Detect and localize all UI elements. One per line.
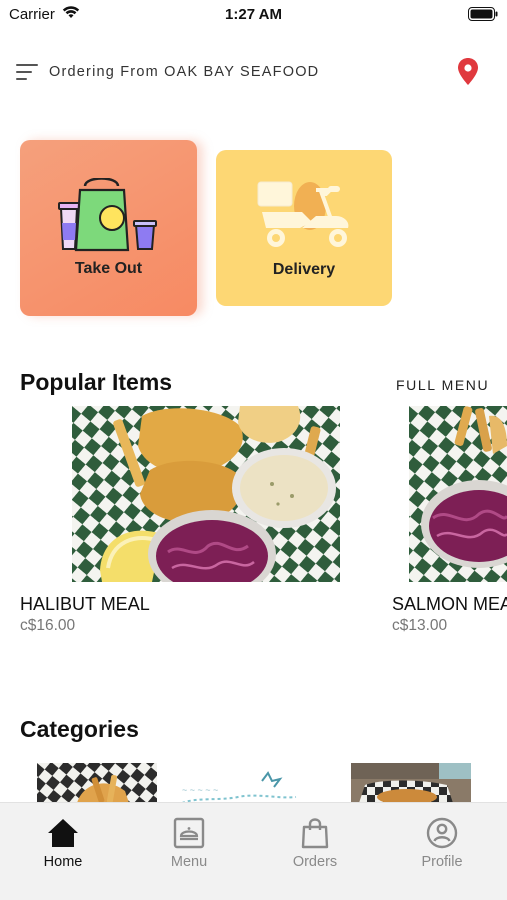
item-price: c$16.00 xyxy=(20,617,76,634)
shopping-bag-icon xyxy=(58,178,157,252)
bottom-tab-bar: Home Menu Orders Profile xyxy=(0,802,507,900)
hamburger-menu-icon[interactable] xyxy=(16,63,38,81)
item-name: HALIBUT MEAL xyxy=(20,594,150,614)
tab-label: Menu xyxy=(170,854,208,870)
popular-items-title: Popular Items xyxy=(20,369,173,395)
tab-label: Profile xyxy=(421,854,463,870)
tab-label: Home xyxy=(43,854,83,870)
delivery-option-card[interactable]: Delivery xyxy=(216,150,392,306)
item-name: SALMON MEAL xyxy=(392,594,507,614)
location-pin-icon[interactable] xyxy=(456,57,480,87)
categories-title: Categories xyxy=(20,716,139,742)
delivery-label: Delivery xyxy=(272,261,336,278)
category-thumbnail[interactable] xyxy=(351,763,471,803)
full-menu-link[interactable]: FULL MENU xyxy=(396,377,489,393)
popular-item-card[interactable]: SALMON MEAL c$13.00 xyxy=(392,406,507,638)
halibut-meal-photo xyxy=(72,406,340,582)
header: Ordering From OAK BAY SEAFOOD xyxy=(0,52,507,92)
salmon-meal-photo xyxy=(409,406,507,582)
status-bar: Carrier 1:27 AM xyxy=(0,0,507,28)
ordering-from-label[interactable]: Ordering From OAK BAY SEAFOOD xyxy=(49,64,319,80)
tab-orders[interactable]: Orders xyxy=(252,803,378,900)
shopping-bag-icon xyxy=(301,818,329,849)
clock: 1:27 AM xyxy=(225,6,282,23)
profile-icon xyxy=(426,817,458,849)
takeout-option-card[interactable]: Take Out xyxy=(20,140,197,316)
tab-menu[interactable]: Menu xyxy=(126,803,252,900)
menu-dish-icon xyxy=(173,817,205,849)
category-thumbnail[interactable] xyxy=(37,763,157,803)
scooter-icon xyxy=(257,181,349,247)
home-icon xyxy=(48,819,78,847)
battery-icon xyxy=(468,7,498,21)
tab-home[interactable]: Home xyxy=(0,803,126,900)
takeout-label: Take Out xyxy=(74,260,143,277)
popular-item-card[interactable]: HALIBUT MEAL c$16.00 xyxy=(20,406,350,638)
tab-label: Orders xyxy=(292,854,338,870)
svg-text:~ ~ ~ ~ ~: ~ ~ ~ ~ ~ xyxy=(182,785,218,795)
tab-profile[interactable]: Profile xyxy=(379,803,505,900)
category-thumbnail[interactable]: ~ ~ ~ ~ ~ xyxy=(178,763,298,803)
item-price: c$13.00 xyxy=(392,617,448,634)
